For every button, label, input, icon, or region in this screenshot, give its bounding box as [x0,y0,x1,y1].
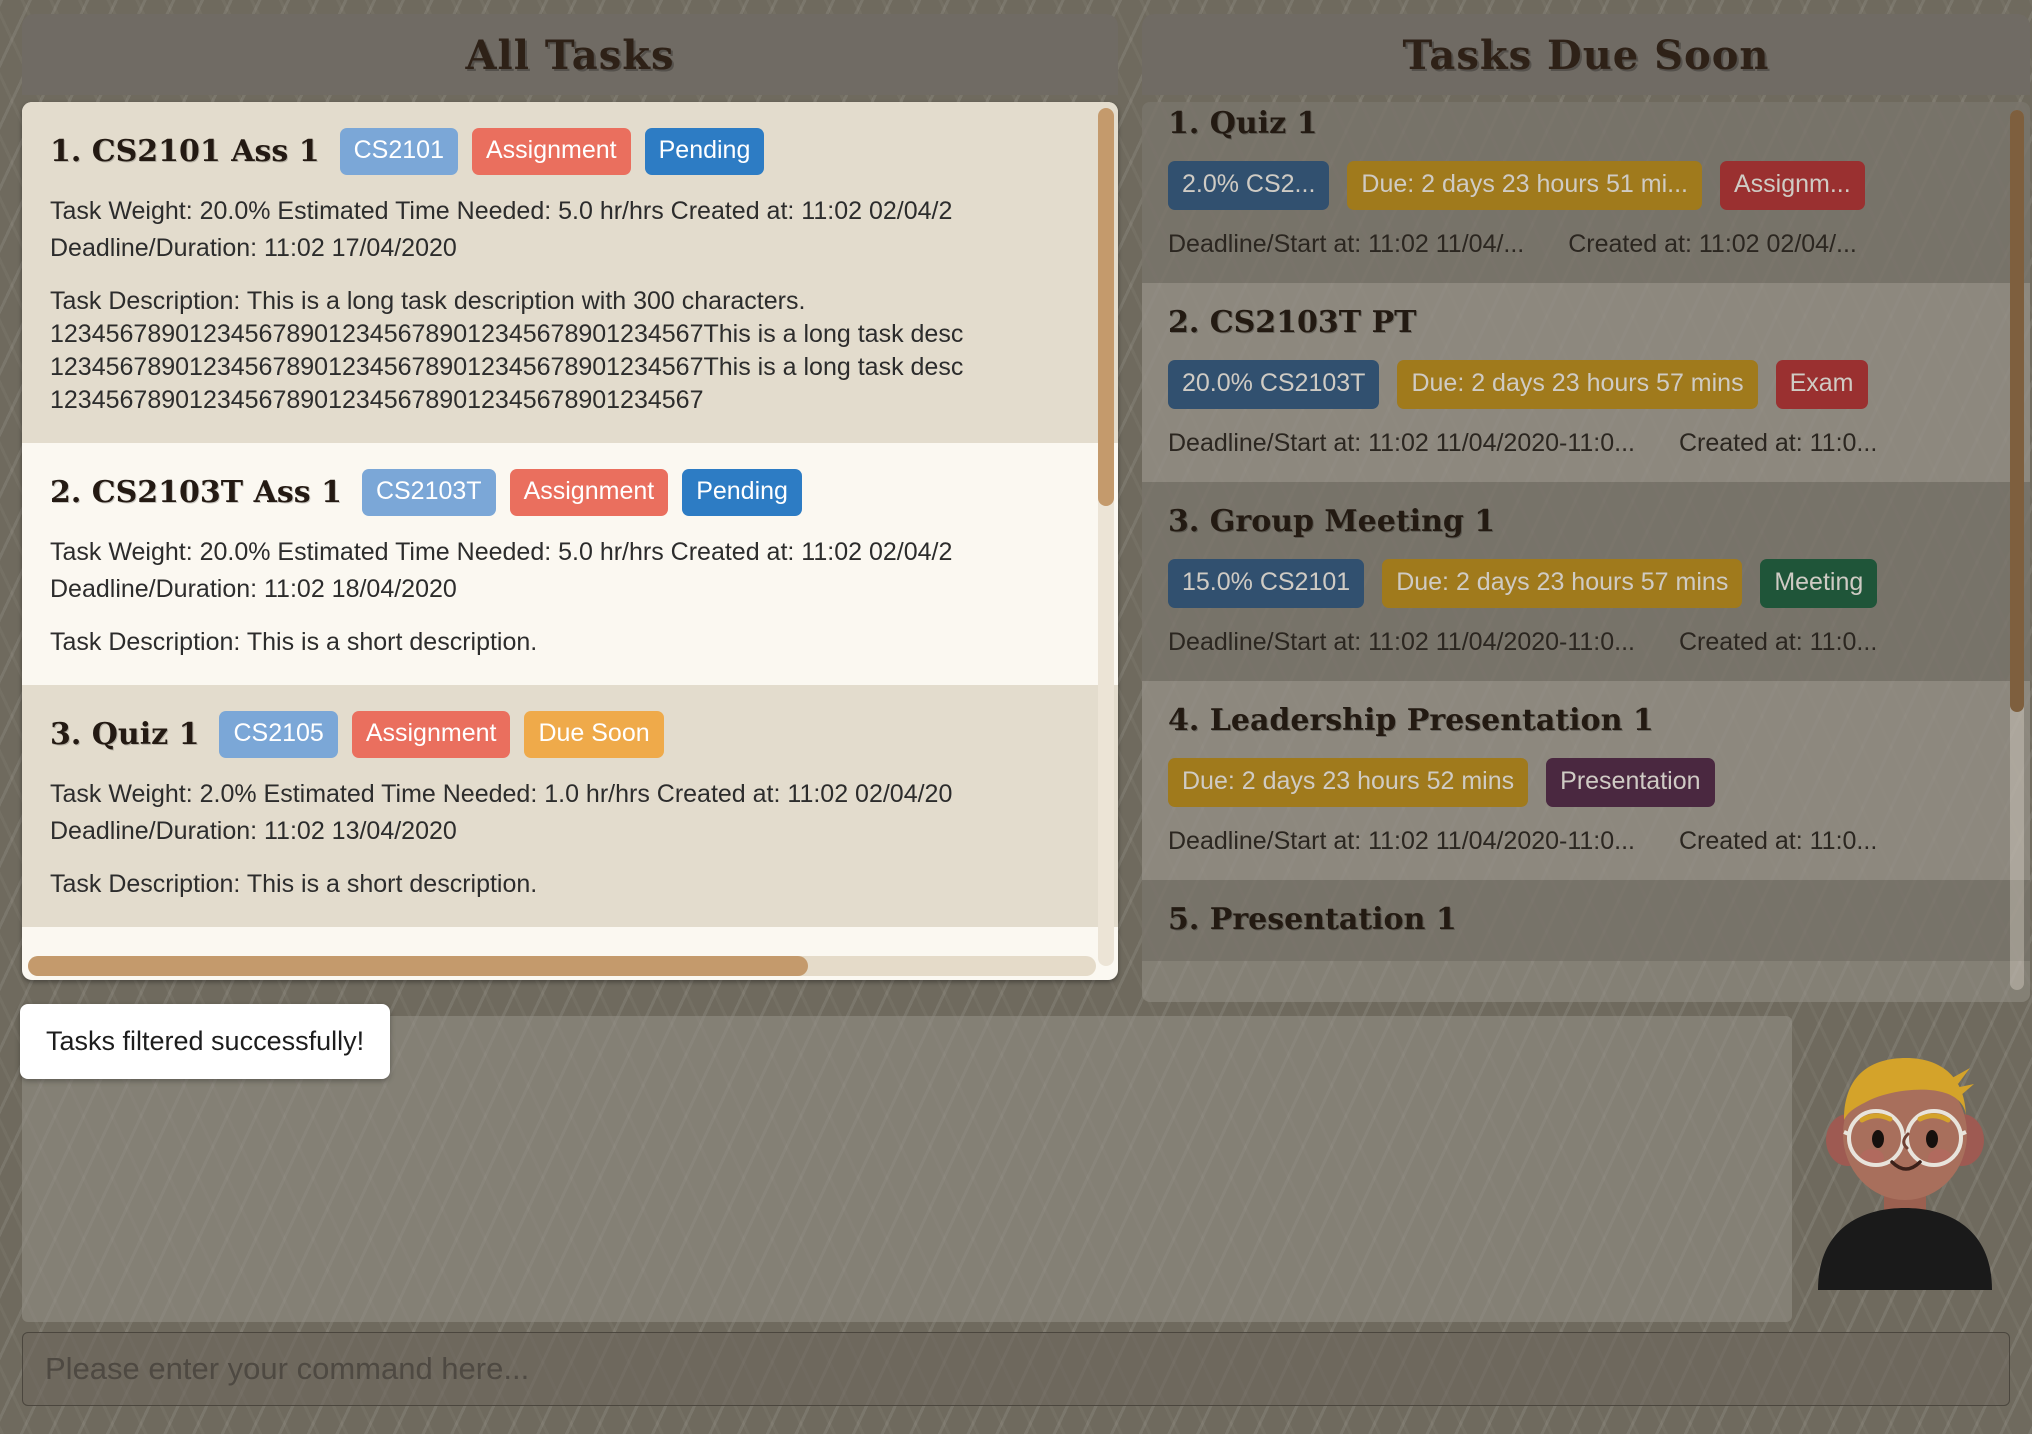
task-headline: 3. Quiz 1 CS2105 Assignment Due Soon [50,711,1092,758]
task-row[interactable]: 1. CS2101 Ass 1 CS2101 Assignment Pending Ta… [22,102,1118,443]
due-soon-created: Created at: 11:0... [1679,429,1878,457]
task-tag: Assignment [351,711,511,758]
due-soon-tag: Due: 2 days 23 hours 57 mins [1397,360,1758,409]
task-meta: Task Weight: 20.0% Estimated Time Needed… [50,197,953,225]
task-meta: Task Weight: 20.0% Estimated Time Needed… [50,538,953,566]
task-tag: CS2103T [361,469,496,516]
due-soon-tags: 15.0% CS2101 Due: 2 days 23 hours 57 mins… [1168,559,2004,608]
due-soon-title-text: 1. Quiz 1 [1168,106,1318,141]
task-title: 1. CS2101 Ass 1 [50,134,320,169]
due-soon-tag: Due: 2 days 23 hours 52 mins [1168,758,1529,807]
due-soon-tag: 15.0% CS2101 [1168,559,1365,608]
task-tag: CS2105 [219,711,338,758]
task-description-line: Task Description: This is a long task de… [50,287,806,315]
task-deadline: Deadline/Duration: 11:02 13/04/2020 [50,817,457,845]
task-tag: Pending [682,469,802,516]
due-soon-scroll-viewport[interactable]: 1. Quiz 1 2.0% CS2... Due: 2 days 23 hours… [1142,102,2030,1002]
due-soon-deadline: Deadline/Start at: 11:02 11/04/... [1168,230,1525,258]
task-description: Task Description: This is a short descri… [50,868,1092,901]
due-soon-row[interactable]: 4. Leadership Presentation 1 Due: 2 days … [1142,681,2030,880]
due-soon-row[interactable]: 5. Presentation 1 [1142,880,2030,961]
all-tasks-horizontal-scroll-thumb[interactable] [28,956,808,976]
avatar-icon [1818,1058,1992,1290]
due-soon-tag: 20.0% CS2103T [1168,360,1380,409]
due-soon-meta: Deadline/Start at: 11:02 11/04/2020-11:0… [1168,827,2004,856]
all-tasks-scroll-viewport[interactable]: 1. CS2101 Ass 1 CS2101 Assignment Pending Ta… [22,102,1118,980]
due-soon-tags: 20.0% CS2103T Due: 2 days 23 hours 57 min… [1168,360,2004,409]
due-soon-deadline: Deadline/Start at: 11:02 11/04/2020-11:0… [1168,429,1635,457]
all-tasks-header: All Tasks [22,14,1118,95]
due-soon-row[interactable]: 3. Group Meeting 1 15.0% CS2101 Due: 2 day… [1142,482,2030,681]
task-description-line: Task Description: This is a short descri… [50,870,538,898]
due-soon-deadline: Deadline/Start at: 11:02 11/04/2020-11:0… [1168,827,1635,855]
due-soon-tag: 2.0% CS2... [1168,161,1330,210]
message-area: Tasks filtered successfully! [20,1004,1792,1322]
due-soon-tags: 2.0% CS2... Due: 2 days 23 hours 51 mi...… [1168,161,2004,210]
task-tag: CS2101 [339,128,458,175]
task-title: 2. CS2103T Ass 1 [50,475,342,510]
all-tasks-vertical-scroll-thumb[interactable] [1098,108,1114,506]
all-tasks-vertical-scrollbar[interactable] [1098,108,1114,966]
task-meta: Task Weight: 2.0% Estimated Time Needed:… [50,780,953,808]
due-soon-title-text: 2. CS2103T PT [1168,305,1417,340]
task-title: 3. Quiz 1 [50,717,200,752]
page-title: All Tasks [465,32,675,79]
task-description-line: 1234567890123456789012345678901234567890… [50,320,964,348]
due-soon-tag: Meeting [1760,559,1878,608]
task-description-line: 1234567890123456789012345678901234567890… [50,386,704,414]
due-soon-tags: Due: 2 days 23 hours 52 mins Presentation [1168,758,2004,807]
due-soon-deadline: Deadline/Start at: 11:02 11/04/2020-11:0… [1168,628,1635,656]
task-row[interactable]: 2. CS2103T Ass 1 CS2103T Assignment Pending… [22,443,1118,685]
due-soon-title-text: 4. Leadership Presentation 1 [1168,703,1654,738]
due-soon-row[interactable]: 1. Quiz 1 2.0% CS2... Due: 2 days 23 hours… [1142,102,2030,283]
task-tag: Due Soon [524,711,664,758]
task-row[interactable]: 3. Quiz 1 CS2105 Assignment Due Soon Task We… [22,685,1118,927]
due-soon-panel: Tasks Due Soon 1. Quiz 1 2.0% CS2... Due: … [1142,14,2030,1002]
due-soon-meta: Deadline/Start at: 11:02 11/04/... Create… [1168,230,2004,259]
task-description: Task Description: This is a short descri… [50,626,1092,659]
due-soon-title-text: 3. Group Meeting 1 [1168,504,1496,539]
due-soon-meta: Deadline/Start at: 11:02 11/04/2020-11:0… [1168,628,2004,657]
status-toast: Tasks filtered successfully! [20,1004,391,1079]
all-tasks-horizontal-scrollbar[interactable] [28,956,1096,976]
status-toast-text: Tasks filtered successfully! [46,1026,365,1056]
due-soon-meta: Deadline/Start at: 11:02 11/04/2020-11:0… [1168,429,2004,458]
due-soon-vertical-scrollbar[interactable] [2010,110,2024,990]
due-soon-created: Created at: 11:02 02/04/... [1568,230,1857,258]
due-soon-created: Created at: 11:0... [1679,628,1878,656]
task-tag: Assignment [509,469,669,516]
all-tasks-panel: All Tasks 1. CS2101 Ass 1 CS2101 Assignmen… [22,14,1118,980]
task-description-line: 1234567890123456789012345678901234567890… [50,353,964,381]
due-soon-vertical-scroll-thumb[interactable] [2010,110,2024,712]
command-input[interactable] [22,1332,2010,1406]
due-soon-row[interactable]: 2. CS2103T PT 20.0% CS2103T Due: 2 days 23… [1142,283,2030,482]
due-soon-title-text: 5. Presentation 1 [1168,902,1457,937]
task-deadline: Deadline/Duration: 11:02 18/04/2020 [50,575,457,603]
task-description-line: Task Description: This is a short descri… [50,628,538,656]
due-soon-created: Created at: 11:0... [1679,827,1878,855]
due-soon-header: Tasks Due Soon [1142,14,2030,95]
due-soon-tag: Presentation [1546,758,1715,807]
all-tasks-list: 1. CS2101 Ass 1 CS2101 Assignment Pending Ta… [22,102,1118,927]
avatar [1800,1022,2010,1290]
due-soon-tag: Due: 2 days 23 hours 57 mins [1382,559,1743,608]
due-soon-tag: Exam [1775,360,1868,409]
due-soon-title: Tasks Due Soon [1402,32,1770,79]
task-description: Task Description: This is a long task de… [50,285,1092,417]
task-tag: Pending [644,128,765,175]
due-soon-list: 1. Quiz 1 2.0% CS2... Due: 2 days 23 hours… [1142,102,2030,961]
due-soon-tag: Assignm... [1719,161,1865,210]
task-headline: 1. CS2101 Ass 1 CS2101 Assignment Pending [50,128,1092,175]
task-headline: 2. CS2103T Ass 1 CS2103T Assignment Pending [50,469,1092,516]
task-tag: Assignment [471,128,631,175]
task-deadline: Deadline/Duration: 11:02 17/04/2020 [50,234,457,262]
due-soon-tag: Due: 2 days 23 hours 51 mi... [1347,161,1702,210]
